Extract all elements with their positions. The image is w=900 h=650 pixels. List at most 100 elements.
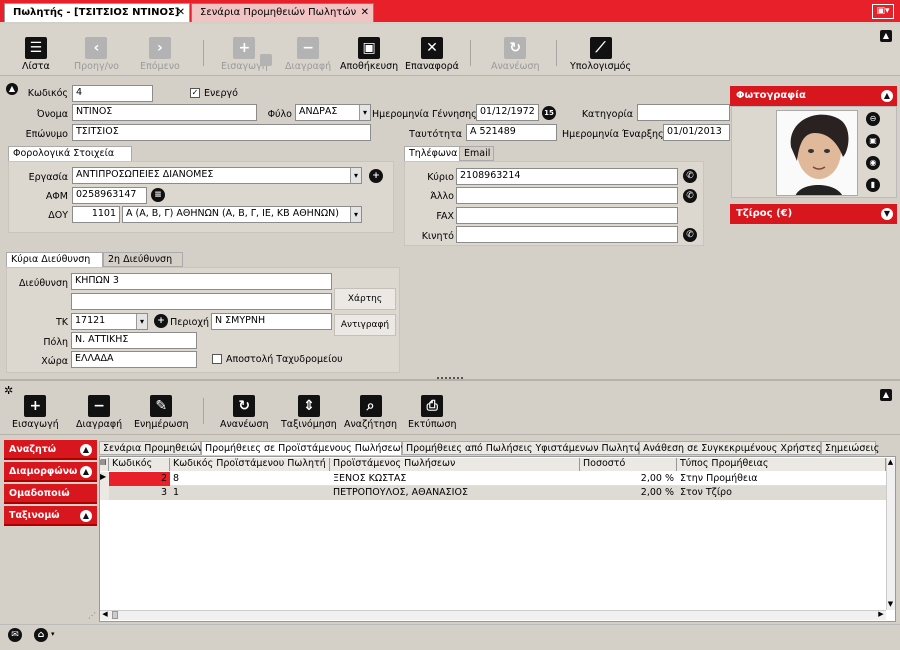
cell-code[interactable]: 3: [109, 486, 170, 500]
window-menu-icon[interactable]: ▣▾: [872, 4, 894, 19]
column-header-supervisor[interactable]: Προϊστάμενος Πωλήσεων: [330, 458, 580, 471]
collapse-toolbar-icon[interactable]: ▲: [880, 389, 892, 401]
address-line1-field[interactable]: ΚΗΠΩΝ 3: [71, 273, 332, 290]
grid-insert-button[interactable]: + Εισαγωγή: [12, 395, 59, 430]
add-icon[interactable]: +: [154, 314, 168, 328]
cell-commission-type[interactable]: Στην Προμήθεια: [677, 472, 886, 486]
resize-grip-icon[interactable]: ⋰: [88, 611, 97, 620]
map-button[interactable]: Χάρτης: [334, 288, 396, 310]
phone-icon[interactable]: ✆: [683, 228, 697, 242]
tab-tax-info[interactable]: Φορολογικά Στοιχεία: [8, 146, 132, 161]
postcode-select[interactable]: 17121: [71, 313, 148, 330]
open-photo-icon[interactable]: ⊖: [866, 112, 880, 126]
column-header-supervisor-code[interactable]: Κωδικός Προϊστάμενου Πωλητή: [170, 458, 330, 471]
vertical-scrollbar[interactable]: [886, 458, 895, 610]
cell-supervisor[interactable]: ΠΕΤΡΟΠΟΥΛΟΣ, ΑΘΑΝΑΣΙΟΣ: [330, 486, 580, 500]
scroll-right-icon[interactable]: ▶: [876, 610, 886, 620]
collapse-form-icon[interactable]: ▲: [6, 83, 18, 95]
side-format[interactable]: Διαμορφώνω ▲: [4, 462, 97, 482]
tab-notes[interactable]: Σημειώσεις: [821, 441, 879, 455]
scroll-thumb[interactable]: [112, 611, 118, 619]
tab-main-address[interactable]: Κύρια Διεύθυνση: [6, 252, 103, 267]
collapse-icon[interactable]: ▲: [881, 90, 893, 102]
previous-button[interactable]: ‹ Προηγ/νο: [74, 37, 119, 72]
cell-supervisor[interactable]: ΞΕΝΟΣ ΚΩΣΤΑΣ: [330, 472, 580, 486]
calendar-icon[interactable]: 15: [542, 106, 556, 120]
collapse-icon[interactable]: ▲: [80, 466, 92, 478]
cell-supervisor-code[interactable]: 8: [170, 472, 330, 486]
calculation-button[interactable]: ⟋ Υπολογισμός: [570, 37, 631, 72]
tab-commission-scenarios[interactable]: Σενάρια Προμηθειών Πωλητών ✕: [191, 3, 374, 22]
collapse-icon[interactable]: ▲: [80, 444, 92, 456]
category-field[interactable]: [637, 104, 730, 121]
column-header-percent[interactable]: Ποσοστό: [580, 458, 677, 471]
active-checkbox[interactable]: ✓: [190, 88, 200, 98]
area-field[interactable]: Ν ΣΜΥΡΝΗ: [211, 313, 332, 330]
list-icon[interactable]: ≡: [151, 188, 165, 202]
grid-delete-button[interactable]: − Διαγραφή: [76, 395, 122, 430]
surname-field[interactable]: ΤΣΙΤΣΙΟΣ: [72, 124, 371, 141]
tab-phones[interactable]: Τηλέφωνα: [404, 146, 460, 161]
home-icon[interactable]: ⌂: [34, 628, 48, 642]
mail-icon[interactable]: ✉: [8, 628, 22, 642]
doy-select[interactable]: Α (Α, Β, Γ) ΑΘΗΝΩΝ (Α, Β, Γ, ΙΕ, ΚΒ ΑΘΗΝ…: [122, 206, 362, 223]
close-icon[interactable]: ✕: [177, 7, 185, 18]
save-button[interactable]: ▣ Αποθήκευση: [340, 37, 398, 72]
next-button[interactable]: › Επόμενο: [140, 37, 180, 72]
collapse-icon[interactable]: ▲: [80, 510, 92, 522]
collapse-toolbar-icon[interactable]: ▲: [880, 30, 892, 42]
copy-icon[interactable]: [260, 54, 272, 66]
name-field[interactable]: ΝΤΙΝΟΣ: [72, 104, 257, 121]
fax-field[interactable]: [456, 207, 678, 224]
address-line2-field[interactable]: [71, 293, 332, 310]
grid-sort-button[interactable]: ⇕ Ταξινόμηση: [281, 395, 337, 430]
add-icon[interactable]: +: [369, 169, 383, 183]
tab-supervisor-commissions[interactable]: Προμήθειες σε Προϊστάμενους Πωλήσεων: [201, 441, 406, 455]
gender-select[interactable]: ΑΝΔΡΑΣ: [295, 104, 371, 121]
grid-print-button[interactable]: ⎙ Εκτύπωση: [408, 395, 457, 430]
horizontal-scrollbar[interactable]: [100, 610, 886, 620]
list-button[interactable]: ☰ Λίστα: [22, 37, 50, 72]
turnover-header[interactable]: Τζίρος (€) ▼: [730, 204, 897, 224]
side-search[interactable]: Αναζητώ ▲: [4, 440, 97, 460]
cell-percent[interactable]: 2,00 %: [580, 486, 677, 500]
scroll-down-icon[interactable]: ▼: [886, 600, 895, 610]
tab-user-assignment[interactable]: Ανάθεση σε Συγκεκριμένους Χρήστες: [639, 441, 821, 455]
country-field[interactable]: ΕΛΛΑΔΑ: [71, 351, 197, 368]
tab-second-address[interactable]: 2η Διεύθυνση: [103, 252, 183, 267]
cell-percent[interactable]: 2,00 %: [580, 472, 677, 486]
cell-supervisor-code[interactable]: 1: [170, 486, 330, 500]
save-photo-icon[interactable]: ▣: [866, 134, 880, 148]
city-field[interactable]: Ν. ΑΤΤΙΚΗΣ: [71, 332, 197, 349]
cell-code[interactable]: 2: [109, 472, 170, 486]
phone-icon[interactable]: ✆: [683, 169, 697, 183]
scroll-up-icon[interactable]: ▲: [886, 458, 895, 468]
grid-refresh-button[interactable]: ↻ Ανανέωση: [220, 395, 269, 430]
refresh-button[interactable]: ↻ Ανανέωση: [491, 37, 540, 72]
close-icon[interactable]: ✕: [361, 7, 369, 18]
start-date-field[interactable]: 01/01/2013: [663, 124, 730, 141]
scroll-left-icon[interactable]: ◀: [100, 610, 110, 620]
tab-email[interactable]: Email: [459, 146, 494, 161]
doy-code-field[interactable]: 1101: [72, 206, 120, 223]
tab-subordinate-commissions[interactable]: Προμήθειες από Πωλήσεις Υφιστάμενων Πωλη…: [402, 441, 647, 455]
copy-button[interactable]: Αντιγραφή: [334, 314, 396, 336]
tab-salesperson[interactable]: Πωλητής - [ΤΣΙΤΣΙΟΣ ΝΤΙΝΟΣ] ✕: [4, 3, 190, 22]
mail-checkbox[interactable]: [212, 354, 222, 364]
trash-icon[interactable]: ▮: [866, 178, 880, 192]
job-select[interactable]: ΑΝΤΙΠΡΟΣΩΠΕΙΕΣ ΔΙΑΝΟΜΕΣ: [72, 167, 362, 184]
grid-search-button[interactable]: ⌕ Αναζήτηση: [344, 395, 397, 430]
side-group[interactable]: Ομαδοποιώ: [4, 484, 97, 504]
other-phone-field[interactable]: [456, 187, 678, 204]
photo-header[interactable]: Φωτογραφία ▲: [730, 86, 897, 106]
column-header-commission-type[interactable]: Τύπος Προμήθειας: [677, 458, 886, 471]
expand-icon[interactable]: ▼: [881, 208, 893, 220]
restore-button[interactable]: ✕ Επαναφορά: [405, 37, 459, 72]
side-sort[interactable]: Ταξινομώ ▲: [4, 506, 97, 526]
main-phone-field[interactable]: 2108963214: [456, 168, 678, 185]
dob-field[interactable]: 01/12/1972: [476, 104, 539, 121]
delete-button[interactable]: − Διαγραφή: [285, 37, 331, 72]
afm-field[interactable]: 0258963147: [72, 187, 147, 204]
phone-icon[interactable]: ✆: [683, 189, 697, 203]
id-field[interactable]: Α 521489: [466, 124, 557, 141]
